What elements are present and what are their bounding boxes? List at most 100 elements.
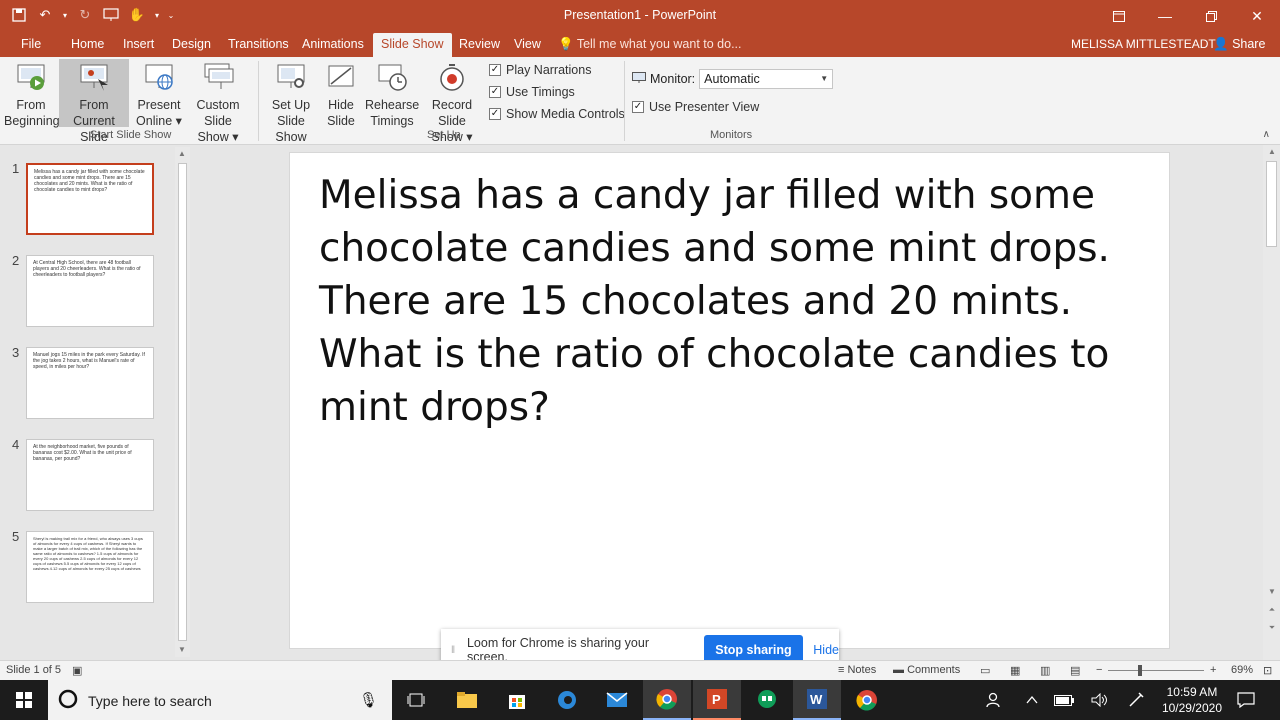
normal-view-icon[interactable]: ▭	[980, 664, 990, 677]
slide-count-status: Slide 1 of 5	[6, 664, 62, 676]
drag-handle-icon[interactable]: ‖	[451, 645, 461, 656]
slide-number: 3	[12, 345, 20, 360]
scroll-down-icon[interactable]: ▼	[1265, 585, 1279, 599]
tab-design[interactable]: Design	[172, 37, 211, 51]
slide-canvas[interactable]: Melissa has a candy jar filled with some…	[290, 153, 1169, 648]
record-label-1: Record Slide	[431, 98, 473, 128]
presenter-view-label: Use Presenter View	[649, 100, 760, 114]
collapse-ribbon-icon[interactable]: ∧	[1263, 129, 1270, 140]
tab-slide-show[interactable]: Slide Show	[373, 33, 452, 57]
checkbox-checked-icon: ✓	[489, 64, 501, 76]
search-placeholder: Type here to search	[88, 693, 212, 709]
hangouts-icon[interactable]	[743, 680, 791, 720]
hide-button[interactable]: Hide	[813, 643, 839, 657]
tab-review[interactable]: Review	[459, 37, 500, 51]
notes-button[interactable]: ≡ Notes	[838, 664, 876, 676]
monitor-dropdown[interactable]: Automatic ▼	[699, 69, 834, 89]
scroll-up-icon[interactable]: ▲	[175, 147, 189, 161]
tab-view[interactable]: View	[514, 37, 541, 51]
mail-icon[interactable]	[593, 680, 641, 720]
previous-slide-icon[interactable]: ⏶	[1265, 603, 1279, 617]
comments-label: Comments	[907, 664, 961, 676]
show-hidden-icons-icon[interactable]	[1014, 680, 1050, 720]
microsoft-store-icon[interactable]	[493, 680, 541, 720]
volume-icon[interactable]	[1082, 680, 1118, 720]
slide-thumbnail-3[interactable]: Manuel jogs 15 miles in the park every S…	[26, 347, 154, 419]
tab-transitions[interactable]: Transitions	[228, 37, 289, 51]
slide-thumbnail-4[interactable]: At the neighborhood market, five pounds …	[26, 439, 154, 511]
task-view-icon[interactable]	[392, 680, 440, 720]
zoom-out-icon[interactable]: −	[1096, 664, 1102, 676]
monitor-value: Automatic	[704, 72, 760, 86]
taskbar-search-box[interactable]: Type here to search 🎙	[48, 680, 392, 720]
scroll-down-icon[interactable]: ▼	[175, 643, 189, 657]
slide-thumbnail-2[interactable]: At Central High School, there are 48 foo…	[26, 255, 154, 327]
people-icon[interactable]	[972, 680, 1018, 720]
group-separator	[258, 61, 259, 141]
powerpoint-icon[interactable]: P	[693, 680, 741, 720]
slide-scrollbar[interactable]: ▲ ▼ ⏶ ⏷	[1263, 145, 1280, 660]
microphone-icon[interactable]: 🎙	[359, 691, 378, 709]
set-up-slide-show-button[interactable]: Set Up Slide Show	[261, 59, 321, 145]
rehearse-timings-button[interactable]: Rehearse Timings	[365, 59, 419, 129]
monitor-selector: Monitor: Automatic ▼	[632, 69, 834, 89]
chrome-icon[interactable]	[843, 680, 891, 720]
from-beginning-button[interactable]: From Beginning	[4, 59, 60, 129]
play-narrations-label: Play Narrations	[506, 63, 592, 77]
notifications-icon[interactable]	[1224, 680, 1268, 720]
chrome-profile-icon[interactable]	[643, 680, 691, 720]
tab-home[interactable]: Home	[71, 37, 104, 51]
spellcheck-icon[interactable]: ▣	[72, 664, 82, 677]
slide-show-view-icon[interactable]: ▤	[1070, 664, 1080, 677]
word-icon[interactable]: W	[793, 680, 841, 720]
user-name[interactable]: MELISSA MITTLESTEADT	[1071, 37, 1216, 51]
tab-file[interactable]: File	[21, 37, 41, 51]
cortana-icon	[58, 689, 78, 712]
scroll-up-icon[interactable]: ▲	[1265, 145, 1279, 159]
thumbnail-scrollbar[interactable]: ▲ ▼	[175, 147, 190, 657]
share-label: Share	[1232, 37, 1266, 51]
from-current-slide-button[interactable]: From Current Slide	[59, 59, 129, 144]
minimize-icon[interactable]: —	[1142, 0, 1188, 32]
custom-show-label-1: Custom Slide	[196, 98, 240, 128]
comments-button[interactable]: ▬ Comments	[893, 664, 960, 676]
zoom-level[interactable]: 69%	[1231, 664, 1253, 676]
share-button[interactable]: 👤 Share	[1213, 37, 1265, 52]
rehearse-label-1: Rehearse	[365, 98, 420, 112]
reading-view-icon[interactable]: ▥	[1040, 664, 1050, 677]
scrollbar-thumb[interactable]	[1266, 161, 1277, 247]
tell-me-box[interactable]: 💡 Tell me what you want to do...	[558, 37, 742, 52]
slide-thumbnail-1[interactable]: Melissa has a candy jar filled with some…	[26, 163, 154, 235]
system-clock[interactable]: 10:59 AM 10/29/2020	[1162, 684, 1222, 716]
scrollbar-thumb[interactable]	[178, 163, 187, 641]
ribbon-display-options-icon[interactable]	[1096, 0, 1142, 32]
show-media-controls-checkbox[interactable]: ✓ Show Media Controls	[489, 107, 625, 121]
close-icon[interactable]: ✕	[1234, 0, 1280, 32]
svg-text:P: P	[712, 692, 721, 707]
slide-thumbnail-5[interactable]: Sheryl is making trail mix for a friend,…	[26, 531, 154, 603]
checkbox-checked-icon: ✓	[632, 101, 644, 113]
use-timings-checkbox[interactable]: ✓ Use Timings	[489, 85, 575, 99]
battery-icon[interactable]	[1046, 680, 1082, 720]
notes-label: Notes	[847, 664, 877, 676]
fit-slide-icon[interactable]: ⊡	[1263, 664, 1272, 677]
zoom-slider[interactable]	[1108, 665, 1204, 676]
edge-icon[interactable]	[543, 680, 591, 720]
restore-icon[interactable]	[1188, 0, 1234, 32]
play-narrations-checkbox[interactable]: ✓ Play Narrations	[489, 63, 591, 77]
pen-icon[interactable]	[1118, 680, 1154, 720]
zoom-in-icon[interactable]: +	[1210, 664, 1216, 676]
tab-insert[interactable]: Insert	[123, 37, 154, 51]
slide-text-box[interactable]: Melissa has a candy jar filled with some…	[319, 169, 1139, 434]
windows-start-icon[interactable]	[0, 680, 48, 720]
zoom-slider-thumb[interactable]	[1138, 665, 1142, 676]
present-online-button[interactable]: Present Online ▾	[133, 59, 185, 129]
file-explorer-icon[interactable]	[443, 680, 491, 720]
next-slide-icon[interactable]: ⏷	[1265, 621, 1279, 635]
custom-slide-show-button[interactable]: Custom Slide Show ▾	[182, 59, 254, 145]
use-presenter-view-checkbox[interactable]: ✓ Use Presenter View	[632, 100, 759, 114]
hide-slide-button[interactable]: Hide Slide	[322, 59, 360, 129]
slide-sorter-icon[interactable]: ▦	[1010, 664, 1020, 677]
slide-number: 4	[12, 437, 20, 452]
tab-animations[interactable]: Animations	[302, 37, 364, 51]
